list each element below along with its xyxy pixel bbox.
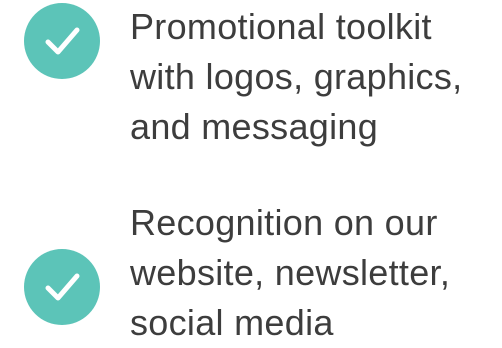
benefit-line: Recognition on our (130, 202, 438, 243)
checkmark-circle-icon (24, 249, 100, 325)
benefit-line: website, newsletter, (130, 252, 451, 293)
benefit-list: Promotional toolkit with logos, graphics… (0, 0, 502, 343)
benefit-line: Promotional toolkit (130, 6, 432, 47)
checkmark-circle-icon (24, 3, 100, 79)
benefit-item: Promotional toolkit with logos, graphics… (0, 0, 502, 150)
checkmark-icon (45, 273, 80, 301)
checkmark-icon (45, 27, 80, 55)
benefit-item: Recognition on our website, newsletter, … (0, 200, 502, 343)
benefit-text: Recognition on our website, newsletter, … (130, 198, 502, 348)
benefit-text: Promotional toolkit with logos, graphics… (130, 2, 502, 152)
benefit-line: with logos, graphics, (130, 56, 463, 97)
benefit-line: social media (130, 302, 334, 343)
benefit-line: and messaging (130, 106, 379, 147)
